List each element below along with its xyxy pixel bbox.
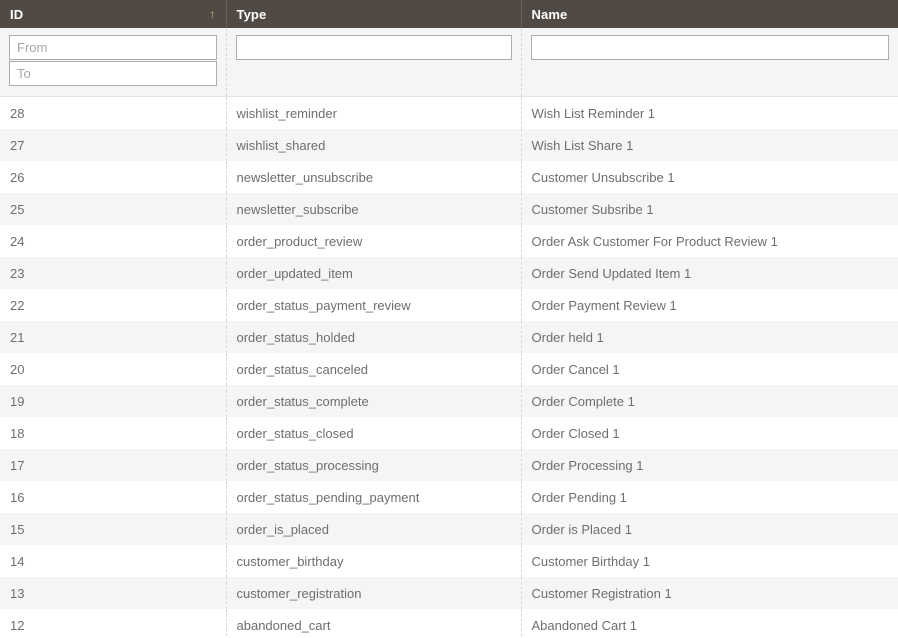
filter-cell-id xyxy=(0,28,227,97)
grid-filter-row xyxy=(0,28,898,97)
table-cell-id: 27 xyxy=(0,129,227,161)
table-cell-name: Order Closed 1 xyxy=(521,417,898,449)
column-header-name-label: Name xyxy=(531,6,568,22)
column-header-id[interactable]: ID ↑ xyxy=(0,0,227,28)
table-cell-id: 26 xyxy=(0,161,227,193)
filter-cell-type xyxy=(226,28,522,97)
table-cell-id: 23 xyxy=(0,257,227,289)
table-cell-name: Order is Placed 1 xyxy=(521,513,898,545)
table-cell-id: 25 xyxy=(0,193,227,225)
filter-name-input[interactable] xyxy=(530,35,889,60)
table-row[interactable]: 21 order_status_holded Order held 1 xyxy=(0,321,898,353)
table-row[interactable]: 13 customer_registration Customer Registra… xyxy=(0,577,898,609)
table-row[interactable]: 23 order_updated_item Order Send Updated I… xyxy=(0,257,898,289)
table-row[interactable]: 25 newsletter_subscribe Customer Subsribe … xyxy=(0,193,898,225)
table-cell-id: 20 xyxy=(0,353,227,385)
table-cell-name: Order held 1 xyxy=(521,321,898,353)
table-cell-name: Customer Subsribe 1 xyxy=(521,193,898,225)
table-row[interactable]: 20 order_status_canceled Order Cancel 1 xyxy=(0,353,898,385)
table-cell-type: order_status_processing xyxy=(226,449,522,481)
table-cell-type: order_updated_item xyxy=(226,257,522,289)
table-cell-name: Customer Unsubscribe 1 xyxy=(521,161,898,193)
table-cell-name: Order Complete 1 xyxy=(521,385,898,417)
table-row[interactable]: 14 customer_birthday Customer Birthday 1 xyxy=(0,545,898,577)
filter-id-to-input[interactable] xyxy=(9,61,217,86)
table-cell-name: Order Pending 1 xyxy=(521,481,898,513)
table-cell-name: Order Cancel 1 xyxy=(521,353,898,385)
table-row[interactable]: 12 abandoned_cart Abandoned Cart 1 xyxy=(0,609,898,638)
arrow-up-icon: ↑ xyxy=(209,7,216,21)
table-cell-type: abandoned_cart xyxy=(226,609,522,638)
table-row[interactable]: 22 order_status_payment_review Order Payme… xyxy=(0,289,898,321)
table-cell-id: 28 xyxy=(0,96,227,129)
table-cell-name: Wish List Reminder 1 xyxy=(521,96,898,129)
table-cell-name: Order Payment Review 1 xyxy=(521,289,898,321)
data-grid-container: ID ↑ Type Name From To 28 wishlist_remin… xyxy=(0,0,898,638)
table-cell-id: 22 xyxy=(0,289,227,321)
data-grid: ID ↑ Type Name From To 28 wishlist_remin… xyxy=(0,0,898,638)
table-row[interactable]: 26 newsletter_unsubscribe Customer Unsubsc… xyxy=(0,161,898,193)
table-cell-name: Wish List Share 1 xyxy=(521,129,898,161)
table-cell-type: order_status_complete xyxy=(226,385,522,417)
grid-header-row: ID ↑ Type Name xyxy=(0,0,898,28)
table-cell-id: 13 xyxy=(0,577,227,609)
table-cell-id: 19 xyxy=(0,385,227,417)
table-cell-type: order_product_review xyxy=(226,225,522,257)
table-cell-id: 12 xyxy=(0,609,227,638)
table-row[interactable]: 16 order_status_pending_payment Order Pend… xyxy=(0,481,898,513)
table-row[interactable]: 17 order_status_processing Order Processin… xyxy=(0,449,898,481)
table-cell-name: Order Processing 1 xyxy=(521,449,898,481)
table-cell-type: order_status_canceled xyxy=(226,353,522,385)
table-cell-type: order_status_payment_review xyxy=(226,289,522,321)
table-cell-id: 21 xyxy=(0,321,227,353)
column-header-type-label: Type xyxy=(236,6,267,22)
column-header-type[interactable]: Type xyxy=(226,0,522,28)
grid-body: 28wishlist_reminderWish List Reminder 12… xyxy=(0,28,898,638)
column-header-name[interactable]: Name xyxy=(521,0,898,28)
table-row[interactable]: 19 order_status_complete Order Complete 1 xyxy=(0,385,898,417)
table-cell-type: order_status_pending_payment xyxy=(226,481,522,513)
table-cell-name: Customer Registration 1 xyxy=(521,577,898,609)
table-cell-id: 18 xyxy=(0,417,227,449)
table-cell-type: order_status_closed xyxy=(226,417,522,449)
table-cell-type: wishlist_shared xyxy=(226,129,522,161)
filter-id-from-input[interactable] xyxy=(9,35,217,60)
filter-type-input[interactable] xyxy=(235,35,512,60)
table-cell-type: newsletter_unsubscribe xyxy=(226,161,522,193)
table-cell-id: 14 xyxy=(0,545,227,577)
table-cell-name: Order Ask Customer For Product Review 1 xyxy=(521,225,898,257)
filter-cell-name xyxy=(521,28,898,97)
table-cell-name: Customer Birthday 1 xyxy=(521,545,898,577)
table-cell-id: 24 xyxy=(0,225,227,257)
table-cell-type: newsletter_subscribe xyxy=(226,193,522,225)
table-cell-name: Order Send Updated Item 1 xyxy=(521,257,898,289)
table-cell-type: customer_registration xyxy=(226,577,522,609)
table-cell-type: order_status_holded xyxy=(226,321,522,353)
table-row[interactable]: 27 wishlist_shared Wish List Share 1 xyxy=(0,129,898,161)
column-header-id-label: ID xyxy=(10,6,24,22)
table-cell-name: Abandoned Cart 1 xyxy=(521,609,898,638)
table-row[interactable]: 15 order_is_placed Order is Placed 1 xyxy=(0,513,898,545)
table-cell-type: order_is_placed xyxy=(226,513,522,545)
table-row[interactable]: 18 order_status_closed Order Closed 1 xyxy=(0,417,898,449)
table-cell-id: 15 xyxy=(0,513,227,545)
table-cell-id: 17 xyxy=(0,449,227,481)
table-row[interactable]: 28 wishlist_reminder Wish List Reminder 1 xyxy=(0,96,898,129)
table-cell-id: 16 xyxy=(0,481,227,513)
table-cell-type: customer_birthday xyxy=(226,545,522,577)
table-row[interactable]: 24 order_product_review Order Ask Customer… xyxy=(0,225,898,257)
table-cell-type: wishlist_reminder xyxy=(226,96,522,129)
grid-header: ID ↑ Type Name xyxy=(0,0,898,28)
